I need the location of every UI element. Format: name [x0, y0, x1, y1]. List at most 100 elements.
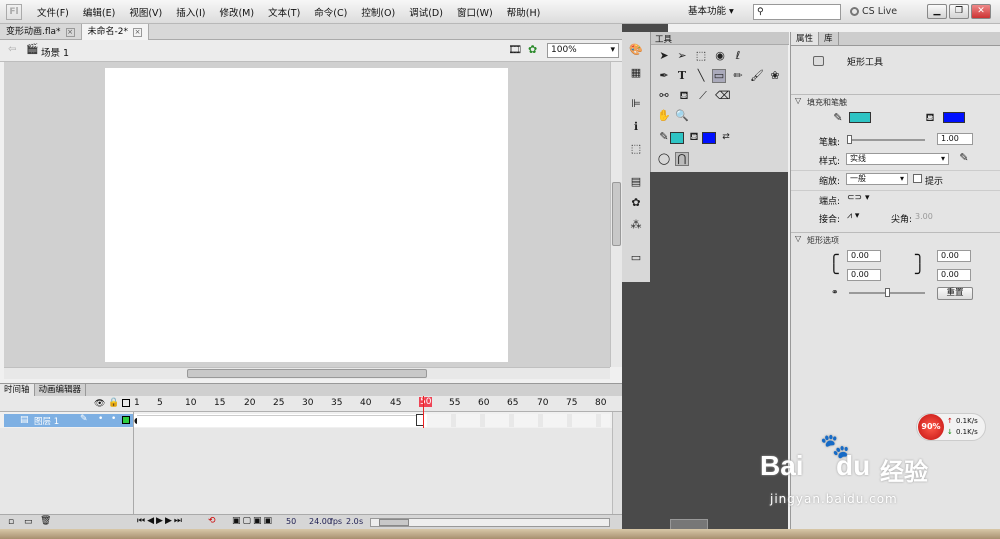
new-folder-icon[interactable]: ▭	[24, 517, 33, 527]
eye-icon[interactable]: 👁	[94, 399, 105, 409]
lock-icon[interactable]: 🔒	[108, 398, 119, 408]
menu-commands[interactable]: 命令(C)	[307, 5, 354, 19]
corner-radius-tl[interactable]: 0.00	[847, 250, 881, 262]
lock-dot[interactable]: •	[111, 414, 116, 424]
timeline-vertical-scrollbar[interactable]	[612, 412, 622, 514]
scroll-thumb[interactable]	[187, 369, 427, 378]
subselection-tool-icon[interactable]: ➢	[675, 50, 689, 64]
text-tool-icon[interactable]: T	[675, 70, 689, 84]
layer-row[interactable]: ▤ 图层 1 ✎ • •	[4, 414, 133, 427]
stroke-slider[interactable]	[847, 135, 925, 144]
stage-horizontal-scrollbar[interactable]	[4, 367, 610, 379]
rectangle-tool-icon[interactable]: ▭	[712, 69, 726, 83]
doc-tab-morph[interactable]: 变形动画.fla* ×	[0, 24, 82, 40]
selection-tool-icon[interactable]: ➤	[657, 50, 671, 64]
motion-presets-icon[interactable]: ⁂	[629, 219, 643, 233]
menu-debug[interactable]: 调试(D)	[402, 5, 450, 19]
paint-bucket-tool-icon[interactable]: ⛾	[677, 90, 691, 104]
stroke-width-field[interactable]: 1.00	[937, 133, 973, 145]
cs-live-button[interactable]: CS Live	[850, 4, 897, 20]
pen-tool-icon[interactable]: ✒	[657, 70, 671, 84]
workspace-switcher[interactable]: 基本功能 ▾	[688, 4, 734, 20]
menu-window[interactable]: 窗口(W)	[450, 5, 500, 19]
reset-button[interactable]: 重置	[937, 287, 973, 300]
stage-vertical-scrollbar[interactable]	[610, 62, 622, 367]
eraser-tool-icon[interactable]: ⌫	[715, 90, 731, 104]
pencil-icon[interactable]: ✎	[80, 414, 88, 424]
tab-library[interactable]: 库	[819, 32, 839, 45]
close-tab-icon[interactable]: ×	[133, 27, 143, 37]
corner-radius-slider[interactable]	[849, 288, 925, 297]
scale-select[interactable]: 一般 ▾	[846, 173, 908, 185]
menu-text[interactable]: 文本(T)	[261, 5, 307, 19]
lasso-tool-icon[interactable]: ℓ	[731, 50, 745, 64]
menu-insert[interactable]: 插入(I)	[169, 5, 212, 19]
tab-timeline[interactable]: 时间轴	[0, 384, 35, 396]
color-panel-icon[interactable]: 🎨	[629, 44, 643, 58]
zoom-select[interactable]: 100% ▾	[547, 43, 619, 58]
menu-view[interactable]: 视图(V)	[122, 5, 169, 19]
new-layer-icon[interactable]: ▫	[8, 517, 14, 527]
empty-frames[interactable]	[427, 414, 610, 427]
fps-value[interactable]: 24.00	[309, 517, 332, 526]
rect-options-section-header[interactable]: ▽ 矩形选项	[791, 232, 1000, 245]
help-search-input[interactable]: ⚲	[753, 4, 841, 20]
close-button[interactable]: ✕	[971, 4, 991, 19]
cap-select[interactable]: ⊂⊃ ▾	[847, 193, 869, 203]
stage-canvas[interactable]	[105, 68, 508, 362]
zoom-tool-icon[interactable]: 🔍	[675, 110, 689, 124]
free-transform-tool-icon[interactable]: ⬚	[694, 50, 708, 64]
scroll-thumb[interactable]	[379, 519, 409, 526]
tab-motion-editor[interactable]: 动画编辑器	[35, 384, 87, 396]
menu-file[interactable]: 文件(F)	[30, 5, 76, 19]
frames-row[interactable]: ●	[134, 414, 610, 427]
corner-radius-bl[interactable]: 0.00	[847, 269, 881, 281]
delete-layer-icon[interactable]: 🗑	[40, 516, 51, 526]
onion-skin-icons[interactable]: ▣▢▣▣	[232, 516, 274, 526]
brush-tool-icon[interactable]: 🖌	[750, 70, 764, 84]
bone-tool-icon[interactable]: ⚯	[657, 90, 671, 104]
slider-thumb[interactable]	[885, 288, 890, 297]
pencil-tool-icon[interactable]: ✏	[731, 70, 745, 84]
components-icon[interactable]: ✿	[629, 197, 643, 211]
join-select[interactable]: ⩘ ▾	[847, 211, 859, 221]
menu-edit[interactable]: 编辑(E)	[76, 5, 122, 19]
3d-rotation-tool-icon[interactable]: ◉	[713, 50, 727, 64]
restore-button[interactable]: ❐	[949, 4, 969, 19]
edit-symbols-icon[interactable]: ✿	[528, 43, 537, 56]
swatches-icon[interactable]: ▦	[629, 67, 643, 81]
hint-checkbox[interactable]	[913, 174, 922, 183]
frame-ruler[interactable]: 1 5 10 15 20 25 30 35 40 45 50 55 60 65 …	[134, 396, 610, 412]
hand-tool-icon[interactable]: ✋	[657, 110, 671, 124]
miter-value[interactable]: 3.00	[915, 212, 933, 221]
fill-color-swatch[interactable]	[702, 132, 716, 144]
swap-colors-icon[interactable]: ⇄	[719, 131, 733, 145]
back-arrow-icon[interactable]: ⇦	[8, 44, 16, 55]
transform-icon[interactable]: ⬚	[629, 143, 643, 157]
scroll-thumb[interactable]	[612, 182, 621, 246]
outline-color-box[interactable]	[122, 416, 130, 424]
fill-color-swatch[interactable]	[943, 112, 965, 123]
doc-tab-untitled[interactable]: 未命名-2* ×	[81, 24, 150, 40]
menu-help[interactable]: 帮助(H)	[500, 5, 548, 19]
corner-radius-tr[interactable]: 0.00	[937, 250, 971, 262]
playback-controls[interactable]: ⏮◀▶▶⏭	[137, 516, 184, 526]
deco-tool-icon[interactable]: ❀	[768, 70, 782, 84]
edit-stroke-style-icon[interactable]: ✎	[957, 152, 971, 166]
timeline-horizontal-scrollbar[interactable]	[370, 518, 610, 527]
slider-thumb[interactable]	[847, 135, 852, 144]
object-drawing-icon[interactable]: ◯	[657, 153, 671, 167]
stroke-color-swatch[interactable]	[849, 112, 871, 123]
info-icon[interactable]: ℹ	[629, 121, 643, 135]
eyedropper-tool-icon[interactable]: ⟋	[696, 90, 710, 104]
corner-radius-br[interactable]: 0.00	[937, 269, 971, 281]
visibility-dot[interactable]: •	[98, 414, 103, 424]
playhead-marker[interactable]: 50	[419, 397, 433, 407]
edit-scene-icon[interactable]: 🎞	[508, 43, 522, 56]
minimize-button[interactable]: ▁	[927, 4, 947, 19]
outline-icon[interactable]	[122, 399, 130, 407]
style-select[interactable]: 实线 ▾	[846, 153, 949, 165]
menu-modify[interactable]: 修改(M)	[212, 5, 261, 19]
code-snippets-icon[interactable]: ▤	[629, 176, 643, 190]
current-frame[interactable]: 50	[286, 517, 296, 526]
